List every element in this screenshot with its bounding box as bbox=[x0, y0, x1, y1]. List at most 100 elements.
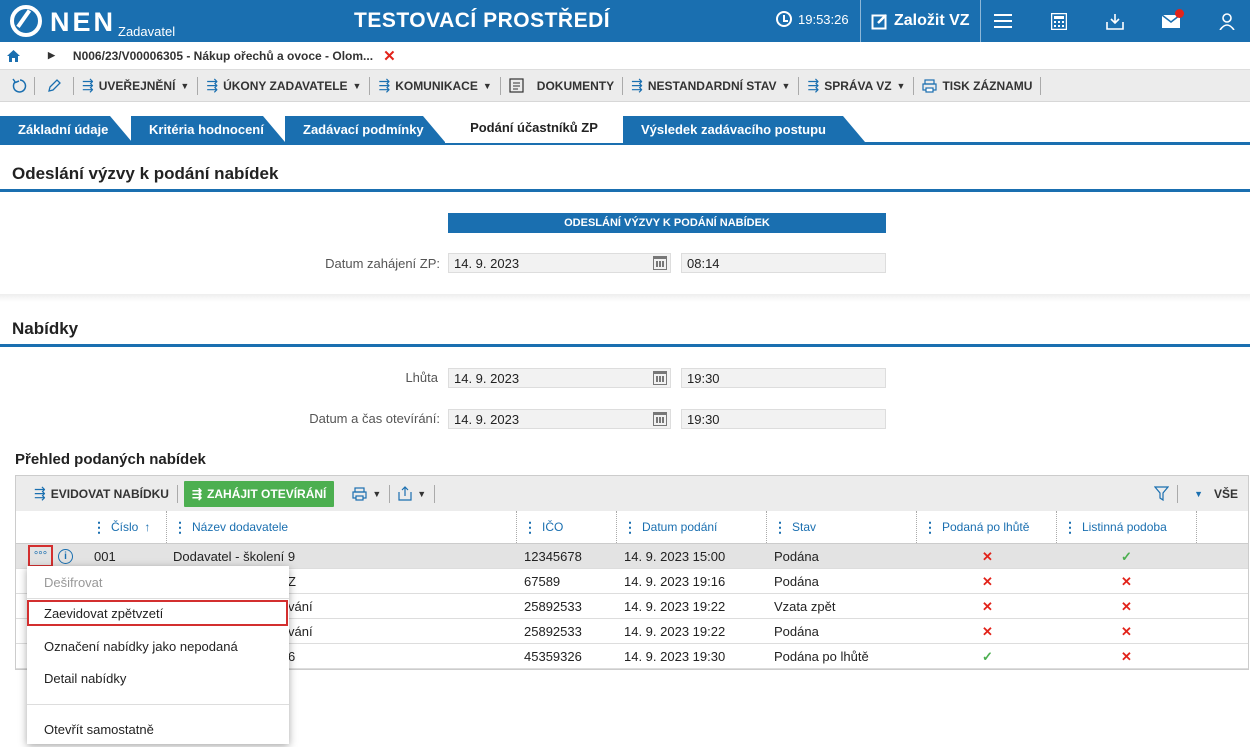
menu-button[interactable] bbox=[975, 0, 1031, 42]
toolbar-ukony-zadavatele[interactable]: ⇶ ÚKONY ZADAVATELE ▼ bbox=[198, 76, 371, 95]
tab-podani-ucastniku[interactable]: Podání účastníků ZP bbox=[445, 114, 623, 143]
opening-time-field[interactable]: 19:30 bbox=[681, 409, 886, 429]
environment-title: TESTOVACÍ PROSTŘEDÍ bbox=[354, 9, 611, 32]
menu-item-oznaceni-nepodana[interactable]: Označení nabídky jako nepodaná bbox=[27, 633, 289, 659]
toolbar-tisk-label: TISK ZÁZNAMU bbox=[942, 78, 1033, 93]
menu-item-detail-nabidky[interactable]: Detail nabídky bbox=[27, 665, 289, 691]
toolbar-nestandardni-stav[interactable]: ⇶ NESTANDARDNÍ STAV ▼ bbox=[623, 76, 800, 95]
tab-label: Zadávací podmínky bbox=[303, 121, 424, 137]
toolbar-tisk-zaznamu[interactable]: TISK ZÁZNAMU bbox=[914, 76, 1042, 95]
cell-paper: ✓ bbox=[1121, 548, 1132, 564]
opening-time-value: 19:30 bbox=[687, 411, 720, 427]
opening-date-field[interactable]: 14. 9. 2023 bbox=[448, 409, 671, 429]
export-menu-button[interactable]: ▼ bbox=[390, 481, 434, 507]
breadcrumb: ▶ N006/23/V00006305 - Nákup ořechů a ovo… bbox=[0, 42, 1250, 70]
menu-item-desifrovat[interactable]: Dešifrovat bbox=[27, 569, 289, 595]
deadline-date-field[interactable]: 14. 9. 2023 bbox=[448, 368, 671, 388]
column-menu-icon[interactable]: ⋮ bbox=[523, 519, 537, 536]
cell-ico: 25892533 bbox=[524, 624, 582, 639]
home-icon[interactable] bbox=[7, 49, 20, 62]
cell-paper: ✕ bbox=[1121, 573, 1132, 589]
calculator-button[interactable] bbox=[1031, 0, 1087, 42]
column-stav[interactable]: ⋮ Stav bbox=[766, 511, 916, 543]
tab-vysledek-zadavaciho-postupu[interactable]: Výsledek zadávacího postupu bbox=[623, 116, 865, 142]
column-spacer bbox=[1196, 511, 1248, 543]
column-ico[interactable]: ⋮ IČO bbox=[516, 511, 616, 543]
inbox-button[interactable] bbox=[1087, 0, 1143, 42]
toolbar-komunikace[interactable]: ⇶ KOMUNIKACE ▼ bbox=[370, 76, 501, 95]
toolbar-dokumenty[interactable]: DOKUMENTY bbox=[501, 76, 624, 95]
menu-item-otevrit-samostatne[interactable]: Otevřít samostatně bbox=[27, 716, 289, 742]
column-menu-icon[interactable]: ⋮ bbox=[773, 519, 787, 536]
column-nazev-dodavatele[interactable]: ⋮ Název dodavatele bbox=[166, 511, 516, 543]
action-list-icon: ⇶ bbox=[378, 77, 391, 93]
column-menu-icon[interactable]: ⋮ bbox=[1063, 519, 1077, 536]
view-all-label: VŠE bbox=[1213, 486, 1238, 501]
start-date-field[interactable]: 14. 9. 2023 bbox=[448, 253, 671, 273]
close-contract-icon[interactable]: ✕ bbox=[383, 47, 396, 65]
column-menu-icon[interactable]: ⋮ bbox=[92, 519, 106, 536]
tab-zakladni-udaje[interactable]: Základní údaje bbox=[0, 116, 132, 142]
action-list-icon: ⇶ bbox=[807, 77, 820, 93]
refresh-button[interactable] bbox=[0, 76, 35, 95]
separator bbox=[1177, 484, 1179, 503]
caret-down-icon: ▼ bbox=[180, 80, 190, 91]
filter-button[interactable] bbox=[1146, 481, 1177, 507]
deadline-time-field[interactable]: 19:30 bbox=[681, 368, 886, 388]
create-vz-button[interactable]: Založit VZ bbox=[860, 0, 981, 42]
cell-date: 14. 9. 2023 15:00 bbox=[624, 549, 726, 564]
menu-item-zaevidovat-zpetvzeti[interactable]: Zaevidovat zpětvzetí bbox=[27, 600, 288, 626]
tab-label: Základní údaje bbox=[18, 121, 109, 137]
clock-time: 19:53:26 bbox=[798, 11, 849, 27]
column-menu-icon[interactable]: ⋮ bbox=[623, 519, 637, 536]
cell-status: Podána bbox=[774, 624, 819, 639]
cell-date: 14. 9. 2023 19:16 bbox=[624, 574, 726, 589]
edit-button[interactable] bbox=[35, 76, 74, 95]
tab-kriteria-hodnoceni[interactable]: Kritéria hodnocení bbox=[131, 116, 285, 142]
info-icon[interactable]: i bbox=[58, 549, 73, 564]
edit-icon bbox=[871, 13, 887, 29]
column-menu-icon[interactable]: ⋮ bbox=[923, 519, 937, 536]
cell-status: Podána bbox=[774, 549, 819, 564]
start-opening-button[interactable]: ⇶ ZAHÁJIT OTEVÍRÁNÍ bbox=[183, 480, 335, 507]
column-menu-icon[interactable]: ⋮ bbox=[173, 519, 187, 536]
sort-asc-icon[interactable]: ↑ bbox=[144, 520, 150, 534]
pencil-icon bbox=[48, 78, 61, 92]
column-podana-po-lhute[interactable]: ⋮ Podaná po lhůtě bbox=[916, 511, 1056, 543]
start-opening-label: ZAHÁJIT OTEVÍRÁNÍ bbox=[207, 486, 327, 501]
row-actions-button[interactable]: °°° bbox=[28, 545, 53, 567]
toolbar-sprava-label: SPRÁVA VZ bbox=[824, 78, 892, 93]
breadcrumb-arrow-icon[interactable]: ▶ bbox=[48, 50, 55, 61]
cell-status: Podána po lhůtě bbox=[774, 649, 869, 664]
toolbar-sprava-vz[interactable]: ⇶ SPRÁVA VZ ▼ bbox=[799, 76, 915, 95]
cell-paper: ✕ bbox=[1121, 648, 1132, 664]
calendar-icon[interactable] bbox=[653, 256, 667, 270]
toolbar-ukony-label: ÚKONY ZADAVATELE bbox=[223, 78, 348, 93]
column-cislo[interactable]: ⋮ Číslo ↑ bbox=[86, 511, 166, 543]
column-listinna-podoba[interactable]: ⋮ Listinná podoba bbox=[1056, 511, 1196, 543]
caret-down-icon: ▼ bbox=[417, 488, 427, 499]
start-time-field[interactable]: 08:14 bbox=[681, 253, 886, 273]
menu-separator bbox=[27, 598, 289, 599]
record-bid-button[interactable]: ⇶ EVIDOVAT NABÍDKU bbox=[26, 481, 177, 507]
cell-date: 14. 9. 2023 19:22 bbox=[624, 624, 726, 639]
view-all-dropdown[interactable]: ▼ VŠE bbox=[1186, 481, 1246, 507]
column-datum-podani[interactable]: ⋮ Datum podání bbox=[616, 511, 766, 543]
subsection-header-odeslani: ODESLÁNÍ VÝZVY K PODÁNÍ NABÍDEK bbox=[448, 213, 886, 233]
nen-logo[interactable]: NEN Zadavatel bbox=[10, 5, 176, 39]
grid-header: ⋮ Číslo ↑ ⋮ Název dodavatele ⋮ IČO ⋮ Dat… bbox=[16, 511, 1248, 544]
cell-late: ✕ bbox=[982, 598, 993, 614]
tab-zadavaci-podminky[interactable]: Zadávací podmínky bbox=[285, 116, 445, 142]
breadcrumb-contract[interactable]: N006/23/V00006305 - Nákup ořechů a ovoce… bbox=[73, 49, 373, 63]
toolbar-uverejneni[interactable]: ⇶ UVEŘEJNĚNÍ ▼ bbox=[74, 76, 199, 95]
user-button[interactable] bbox=[1199, 0, 1250, 42]
logo-subtitle: Zadavatel bbox=[118, 24, 176, 39]
top-bar: NEN Zadavatel TESTOVACÍ PROSTŘEDÍ 19:53:… bbox=[0, 0, 1250, 42]
start-time-value: 08:14 bbox=[687, 255, 720, 271]
calendar-icon[interactable] bbox=[653, 371, 667, 385]
messages-button[interactable] bbox=[1143, 0, 1199, 42]
filter-icon bbox=[1154, 486, 1170, 501]
calendar-icon[interactable] bbox=[653, 412, 667, 426]
toolbar-nestandardni-label: NESTANDARDNÍ STAV bbox=[647, 78, 777, 93]
print-menu-button[interactable]: ▼ bbox=[344, 481, 389, 507]
